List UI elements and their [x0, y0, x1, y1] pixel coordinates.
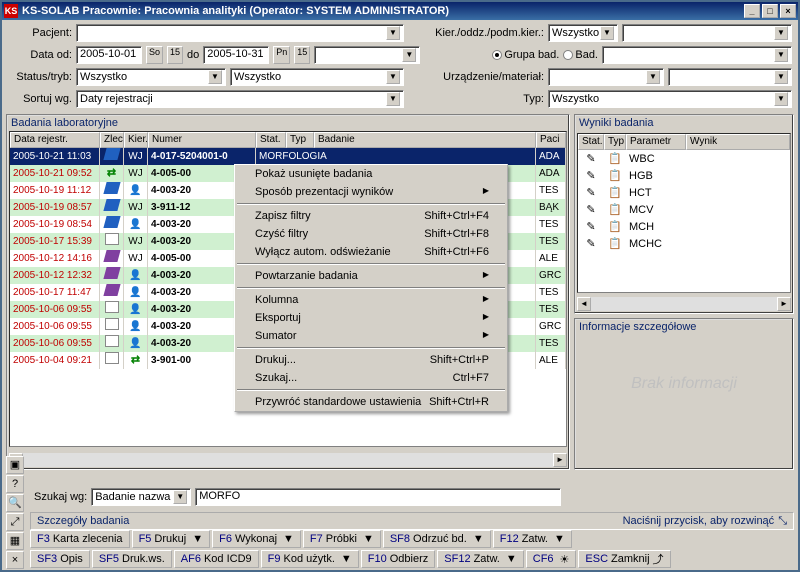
f-button-f10[interactable]: F10Odbierz: [361, 550, 436, 568]
left-button-stack: ▣ ? 🔍 ⤢ ▦ ×: [6, 456, 26, 570]
menu-item[interactable]: Sposób prezentacji wyników: [235, 183, 507, 201]
szukaj-input[interactable]: MORFO: [195, 488, 561, 506]
urzadzenie-combo[interactable]: ▼: [548, 68, 664, 86]
menu-item[interactable]: Pokaż usunięte badania: [235, 165, 507, 183]
menu-item[interactable]: Zapisz filtryShift+Ctrl+F4: [235, 207, 507, 225]
f-button-f12[interactable]: F12Zatw.▼: [493, 530, 572, 548]
f-button-f7[interactable]: F7Próbki▼: [303, 530, 381, 548]
menu-item[interactable]: Przywróć standardowe ustawieniaShift+Ctr…: [235, 393, 507, 411]
menu-item[interactable]: Wyłącz autom. odświeżanieShift+Ctrl+F6: [235, 243, 507, 261]
pacjent-combo[interactable]: ▼: [76, 24, 404, 42]
bad-radio[interactable]: Bad.: [563, 49, 598, 61]
szukaj-wg-combo[interactable]: Badanie nazwa▼: [91, 488, 191, 506]
f-button-f5[interactable]: F5Drukuj▼: [132, 530, 211, 548]
sq-button-close[interactable]: ×: [6, 551, 24, 569]
result-row[interactable]: ✎📋MCHC: [578, 235, 790, 252]
f-button-sf3[interactable]: SF3Opis: [30, 550, 90, 568]
info-title: Informacje szczegółowe: [575, 319, 793, 335]
f-button-f9[interactable]: F9Kod użytk.▼: [261, 550, 359, 568]
pn-button[interactable]: Pn: [273, 46, 290, 64]
filter-bar: Pacjent: ▼ Kier./oddz./podm.kier.: Wszys…: [2, 20, 798, 112]
minimize-button[interactable]: _: [744, 4, 760, 18]
h-scrollbar[interactable]: ◄►: [9, 453, 567, 467]
maximize-button[interactable]: □: [762, 4, 778, 18]
label-do: do: [187, 49, 199, 61]
cal2-button[interactable]: 15: [294, 46, 310, 64]
label-kier: Kier./oddz./podm.kier.:: [408, 27, 544, 39]
h-scrollbar-r[interactable]: ◄►: [577, 297, 791, 311]
typ-combo[interactable]: Wszystko▼: [548, 90, 792, 108]
menu-item[interactable]: Sumator: [235, 327, 507, 345]
sq-button-1[interactable]: ▣: [6, 456, 24, 474]
close-button[interactable]: ×: [780, 4, 796, 18]
app-icon: KS: [4, 4, 18, 18]
f-button-f6[interactable]: F6Wykonaj▼: [212, 530, 301, 548]
date-extra-combo[interactable]: ▼: [314, 46, 420, 64]
detail-hint: Naciśnij przycisk, aby rozwinąć: [623, 515, 775, 527]
label-dataod: Data od:: [8, 49, 72, 61]
no-info-text: Brak informacji: [575, 335, 793, 393]
label-sortuj: Sortuj wg.: [8, 93, 72, 105]
grupa-bad-radio[interactable]: Grupa bad.: [492, 49, 559, 61]
f-button-f3[interactable]: F3Karta zlecenia: [30, 530, 130, 548]
context-menu: Pokaż usunięte badaniaSposób prezentacji…: [234, 164, 508, 412]
menu-item[interactable]: Szukaj...Ctrl+F7: [235, 369, 507, 387]
wyniki-panel: Wyniki badania Stat. Typ Parametr Wynik …: [574, 114, 794, 314]
menu-item[interactable]: Eksportuj: [235, 309, 507, 327]
date-from-input[interactable]: 2005-10-01: [76, 46, 142, 64]
badania-title: Badania laboratoryjne: [7, 115, 569, 131]
sq-button-5[interactable]: ▦: [6, 532, 24, 550]
table-row[interactable]: 2005-10-21 11:03WJ4-017-5204001-0MORFOLO…: [10, 148, 566, 165]
result-row[interactable]: ✎📋WBC: [578, 150, 790, 167]
wyniki-title: Wyniki badania: [575, 115, 793, 131]
date-to-input[interactable]: 2005-10-31: [203, 46, 269, 64]
menu-item[interactable]: Kolumna: [235, 291, 507, 309]
bad-combo[interactable]: ▼: [602, 46, 792, 64]
result-row[interactable]: ✎📋HCT: [578, 184, 790, 201]
window-title: KS-SOLAB Pracownie: Pracownia analityki …: [22, 5, 742, 17]
label-pacjent: Pacjent:: [8, 27, 72, 39]
label-status: Status/tryb:: [8, 71, 72, 83]
f-button-esc[interactable]: ESCZamknij⤴: [578, 550, 670, 568]
menu-item[interactable]: Czyść filtryShift+Ctrl+F8: [235, 225, 507, 243]
cal1-button[interactable]: 15: [167, 46, 183, 64]
f-button-sf8[interactable]: SF8Odrzuć bd.▼: [383, 530, 491, 548]
kier-combo[interactable]: Wszystko▼: [548, 24, 618, 42]
info-panel: Informacje szczegółowe Brak informacji: [574, 318, 794, 470]
sort-combo[interactable]: Daty rejestracji▼: [76, 90, 404, 108]
f-button-sf12[interactable]: SF12Zatw.▼: [437, 550, 523, 568]
f-button-af6[interactable]: AF6Kod ICD9: [174, 550, 259, 568]
label-szukaj: Szukaj wg:: [34, 491, 87, 503]
result-row[interactable]: ✎📋MCH: [578, 218, 790, 235]
f-button-cf6[interactable]: CF6☀: [526, 550, 577, 568]
label-typ: Typ:: [408, 93, 544, 105]
badania-table-header: Data rejestr. Zlec. Kier. Numer Stat. Ty…: [10, 132, 566, 148]
result-row[interactable]: ✎📋HGB: [578, 167, 790, 184]
status-combo[interactable]: Wszystko▼: [76, 68, 226, 86]
detail-label: Szczegóły badania: [37, 515, 129, 527]
menu-item[interactable]: Powtarzanie badania: [235, 267, 507, 285]
label-urzadzenie: Urządzenie/materiał:: [408, 71, 544, 83]
f-button-sf5[interactable]: SF5Druk.ws.: [92, 550, 172, 568]
sq-button-expand[interactable]: ⤢: [6, 513, 24, 531]
result-row[interactable]: ✎📋MCV: [578, 201, 790, 218]
titlebar: KS KS-SOLAB Pracownie: Pracownia anality…: [2, 2, 798, 20]
detail-bar[interactable]: Szczegóły badania Naciśnij przycisk, aby…: [30, 512, 794, 530]
kier-combo-2[interactable]: ▼: [622, 24, 792, 42]
menu-item[interactable]: Drukuj...Shift+Ctrl+P: [235, 351, 507, 369]
so-button[interactable]: So: [146, 46, 163, 64]
material-combo[interactable]: ▼: [668, 68, 792, 86]
tryb-combo[interactable]: Wszystko▼: [230, 68, 404, 86]
